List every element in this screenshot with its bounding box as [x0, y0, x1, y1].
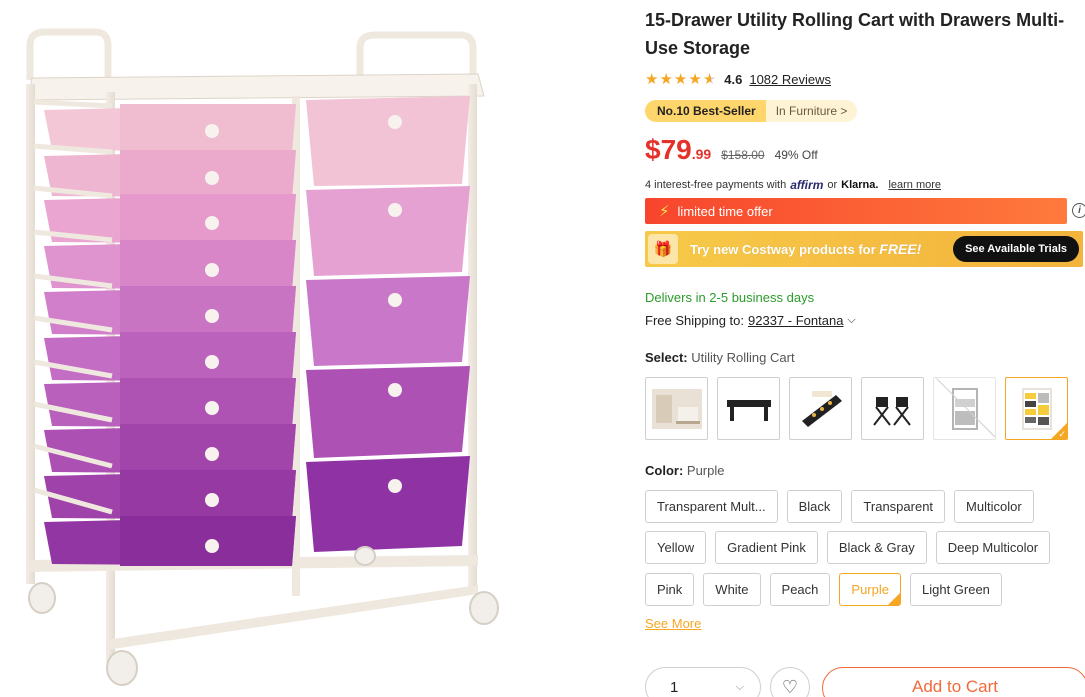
- discount-percent: 49% Off: [774, 148, 818, 162]
- trial-text: Try new Costway products for FREE!: [690, 241, 921, 257]
- black-table-image: [726, 399, 771, 421]
- variant-thumb-shelf-unavailable[interactable]: [933, 377, 996, 440]
- add-to-cart-button[interactable]: Add to Cart: [822, 667, 1085, 697]
- quantity-value: 1: [670, 678, 679, 696]
- lightning-icon: ⚡: [659, 203, 670, 220]
- trial-text-main: Try new Costway products for: [690, 242, 876, 257]
- info-icon[interactable]: i: [1072, 203, 1085, 218]
- product-main-image[interactable]: [0, 0, 610, 697]
- learn-more-link[interactable]: learn more: [888, 179, 941, 191]
- trial-text-free: FREE!: [879, 241, 922, 257]
- variant-thumb-chairs[interactable]: [861, 377, 924, 440]
- color-option-white[interactable]: White: [703, 573, 761, 606]
- star-icon: ★: [659, 70, 673, 88]
- gray-shelf-image: [951, 387, 978, 430]
- variant-thumb-table[interactable]: [717, 377, 780, 440]
- color-row-1: Transparent Mult... Black Transparent Mu…: [645, 490, 1034, 523]
- bestseller-badge: No.10 Best-Seller: [645, 100, 766, 122]
- rolling-cart-illustration: [26, 28, 499, 686]
- bestseller-category-link[interactable]: In Furniture >: [765, 100, 858, 122]
- color-option-purple-selected[interactable]: Purple ✓: [839, 573, 901, 606]
- color-option-black-gray[interactable]: Black & Gray: [826, 531, 927, 564]
- star-icon: ★: [645, 70, 659, 88]
- color-option-transparent[interactable]: Transparent: [851, 490, 946, 523]
- color-option-purple-label: Purple: [851, 582, 889, 597]
- wishlist-button[interactable]: ♡: [770, 667, 810, 697]
- room-scene-image: [651, 388, 702, 429]
- variant-thumbnails: ✓: [645, 377, 1068, 440]
- color-label: Color: Purple: [645, 463, 724, 478]
- delivery-estimate: Delivers in 2-5 business days: [645, 290, 815, 305]
- color-option-gradient-pink[interactable]: Gradient Pink: [715, 531, 818, 564]
- price-row: $79 .99 $158.00 49% Off: [645, 134, 818, 166]
- klarna-logo: Klarna.: [841, 179, 879, 191]
- color-row-3: Pink White Peach Purple ✓ Light Green: [645, 573, 1002, 606]
- color-option-pink[interactable]: Pink: [645, 573, 695, 606]
- check-icon: ✓: [894, 588, 900, 595]
- heart-icon: ♡: [781, 676, 799, 697]
- select-label-key: Select:: [645, 350, 688, 365]
- color-label-value: Purple: [686, 463, 725, 478]
- color-option-yellow[interactable]: Yellow: [645, 531, 707, 564]
- check-icon: ✓: [1058, 429, 1066, 439]
- see-more-link[interactable]: See More: [645, 616, 701, 631]
- price-cents: .99: [691, 146, 712, 162]
- rating-value: 4.6: [724, 71, 743, 87]
- color-option-light-green[interactable]: Light Green: [909, 573, 1002, 606]
- gift-icon: 🎁: [648, 234, 678, 264]
- see-trials-button[interactable]: See Available Trials: [953, 236, 1079, 262]
- installment-text: 4 interest-free payments with: [645, 179, 787, 191]
- price-original: $158.00: [721, 148, 765, 162]
- zip-location-link[interactable]: 92337 - Fontana: [748, 313, 843, 328]
- tool-organizer-image: [801, 390, 842, 427]
- color-option-peach[interactable]: Peach: [769, 573, 831, 606]
- left-drawers: [44, 104, 296, 566]
- variant-thumb-organizer[interactable]: [789, 377, 852, 440]
- limited-offer-banner: ⚡ limited time offer: [645, 198, 1067, 224]
- product-title: 15-Drawer Utility Rolling Cart with Draw…: [645, 10, 1065, 58]
- color-option-deep-multicolor[interactable]: Deep Multicolor: [935, 531, 1051, 564]
- quantity-selector[interactable]: 1 ⌵: [645, 667, 761, 697]
- select-label-value: Utility Rolling Cart: [691, 350, 795, 365]
- star-rating: ★ ★ ★ ★ ★: [645, 72, 716, 87]
- product-info-panel: 15-Drawer Utility Rolling Cart with Draw…: [645, 0, 1085, 697]
- chevron-down-icon: ⌵: [735, 680, 744, 693]
- select-label: Select: Utility Rolling Cart: [645, 350, 795, 365]
- installment-or: or: [827, 179, 838, 191]
- half-star-icon: ★: [702, 70, 717, 88]
- star-icon: ★: [688, 70, 702, 88]
- color-option-multicolor[interactable]: Multicolor: [954, 490, 1034, 523]
- rating-row: ★ ★ ★ ★ ★ 4.6 1082 Reviews: [645, 70, 831, 88]
- limited-offer-text: limited time offer: [677, 203, 773, 219]
- free-trial-banner[interactable]: 🎁 Try new Costway products for FREE! See…: [645, 231, 1083, 267]
- installment-row: 4 interest-free payments with affirm or …: [645, 178, 941, 192]
- color-label-key: Color:: [645, 463, 684, 478]
- color-option-black[interactable]: Black: [786, 490, 843, 523]
- bestseller-badge-row: No.10 Best-Seller In Furniture >: [645, 100, 858, 122]
- color-option-transparent-multicolor[interactable]: Transparent Mult...: [645, 490, 778, 523]
- variant-thumb-rolling-cart-selected[interactable]: ✓: [1005, 377, 1068, 440]
- reviews-link[interactable]: 1082 Reviews: [749, 72, 831, 87]
- price-current: $79: [645, 134, 692, 165]
- right-drawers: [306, 96, 470, 552]
- shipping-label: Free Shipping to:: [645, 313, 745, 328]
- chevron-down-icon[interactable]: ⌵: [847, 314, 855, 327]
- folding-chairs-image: [872, 396, 911, 426]
- affirm-logo: affirm: [790, 178, 824, 192]
- variant-thumb-room[interactable]: [645, 377, 708, 440]
- color-row-2: Yellow Gradient Pink Black & Gray Deep M…: [645, 531, 1051, 564]
- shipping-row: Free Shipping to: 92337 - Fontana ⌵: [645, 313, 856, 328]
- star-icon: ★: [673, 70, 688, 88]
